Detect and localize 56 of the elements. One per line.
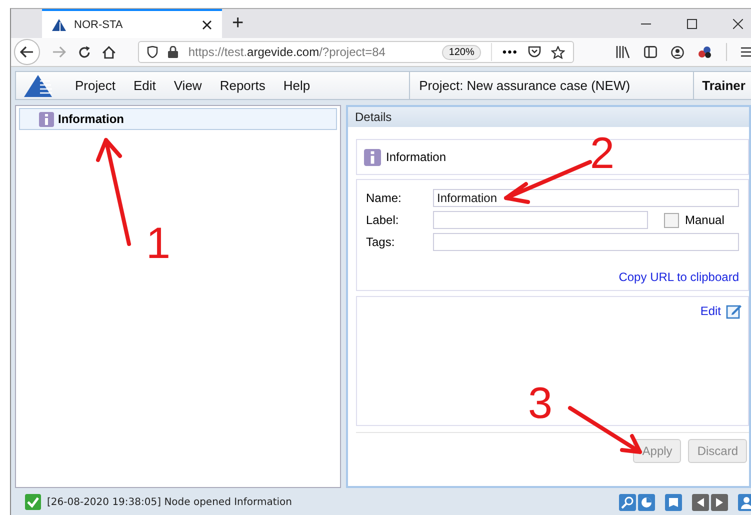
reload-icon[interactable] (78, 46, 90, 58)
close-icon[interactable] (202, 20, 212, 30)
lock-icon (168, 46, 178, 58)
menu-icon[interactable] (741, 46, 751, 58)
search-icon[interactable] (619, 494, 636, 510)
shield-icon (147, 46, 158, 58)
checkbox[interactable] (664, 212, 679, 228)
browser-tab[interactable]: NOR-STA (42, 9, 222, 38)
star-icon[interactable] (551, 46, 565, 58)
account-icon[interactable] (671, 46, 684, 58)
menu-item[interactable]: Help (274, 78, 320, 93)
field-label: Tags: (366, 235, 396, 249)
menu-item[interactable]: Edit (124, 78, 165, 93)
checkbox-label: Manual (685, 213, 724, 227)
status-message: [26-08-2020 19:38:05] Node opened Information (47, 496, 292, 508)
back-button[interactable] (14, 39, 40, 65)
menu-item[interactable]: View (164, 78, 211, 93)
pocket-icon[interactable] (528, 46, 541, 58)
home-icon[interactable] (102, 46, 116, 58)
panel-header: Details (348, 107, 749, 127)
copy-url-link[interactable]: Copy URL to clipboard (618, 270, 739, 284)
info-icon (39, 112, 54, 126)
menu-item[interactable]: Reports (210, 78, 274, 93)
pie-chart-icon[interactable] (638, 494, 655, 510)
url-text: https://test.argevide.com/?project=84 (188, 45, 386, 59)
user-icon[interactable] (738, 494, 751, 510)
library-icon[interactable] (616, 46, 630, 58)
address-bar[interactable]: https://test.argevide.com/?project=84 120% ••• (138, 41, 574, 63)
field-label: Name: (366, 191, 402, 205)
maximize-icon[interactable] (687, 18, 697, 28)
annotation-number: 3 (528, 382, 552, 426)
annotation-number: 1 (146, 222, 170, 266)
zoom-badge[interactable]: 120% (442, 44, 482, 60)
text-field[interactable]: Information (433, 189, 739, 207)
back-icon (20, 46, 34, 58)
page-actions-button[interactable]: ••• (502, 45, 518, 59)
field-label: Label: (366, 213, 400, 227)
check-icon (25, 494, 41, 510)
user-name[interactable]: Trainer (693, 72, 750, 99)
node-title: Information (386, 150, 446, 164)
next-icon[interactable] (711, 494, 728, 510)
edit-icon[interactable] (726, 303, 742, 319)
tree-item[interactable]: Information (19, 108, 337, 130)
logo-icon (52, 18, 66, 30)
text-field[interactable] (433, 211, 648, 229)
edit-link[interactable]: Edit (700, 304, 721, 318)
menu-item[interactable]: Project (66, 78, 124, 93)
close-icon[interactable] (733, 18, 743, 28)
text-field[interactable] (433, 233, 739, 251)
project-title: Project: New assurance case (NEW) (409, 72, 694, 99)
sidebar-icon[interactable] (644, 46, 657, 58)
logo-icon (24, 74, 52, 96)
annotation-number: 2 (590, 132, 614, 176)
new-tab-button[interactable]: + (222, 9, 254, 38)
previous-icon[interactable] (692, 494, 709, 510)
info-icon (364, 148, 381, 166)
